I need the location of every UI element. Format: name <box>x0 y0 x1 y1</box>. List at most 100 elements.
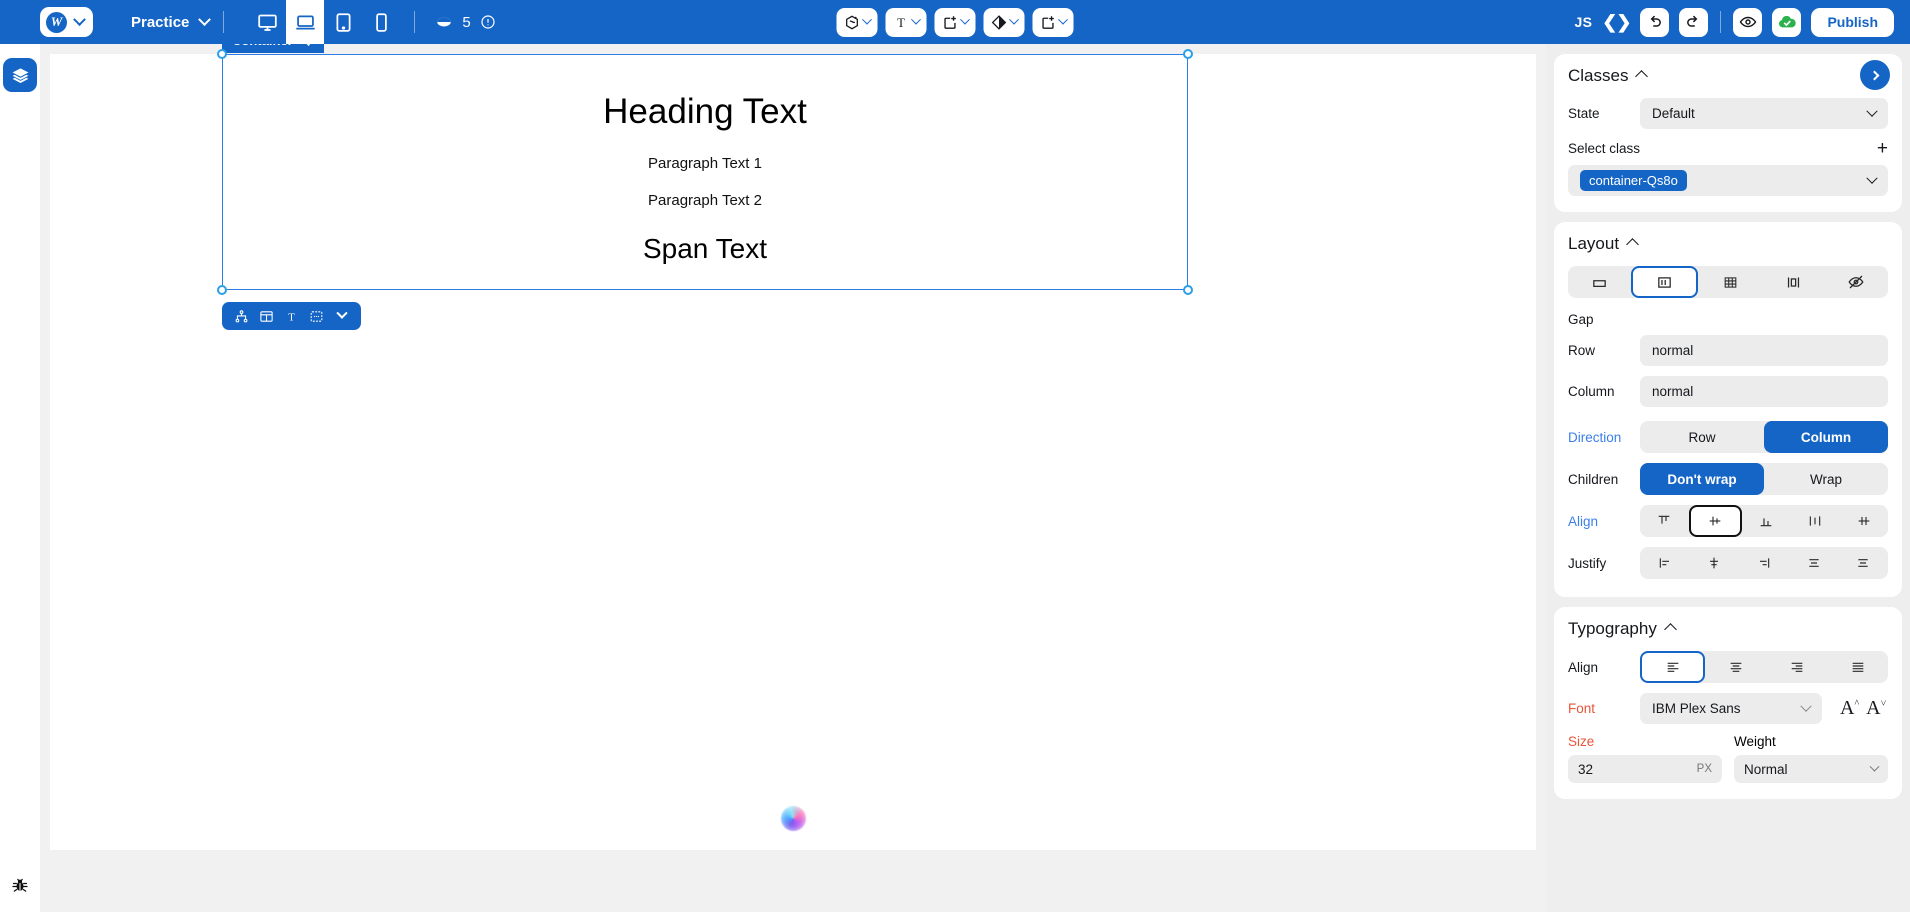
children-dont-wrap-option[interactable]: Don't wrap <box>1640 463 1764 495</box>
text-align-center[interactable] <box>1705 651 1766 683</box>
direction-row-option[interactable]: Row <box>1640 421 1764 453</box>
classes-title: Classes <box>1568 66 1629 85</box>
caret-up-icon[interactable] <box>1626 237 1639 251</box>
canvas-area: Container Heading Text Paragraph Text 1 … <box>40 28 1546 912</box>
gap-column-label: Column <box>1568 384 1615 399</box>
ai-assistant-button[interactable] <box>771 796 815 840</box>
gap-row-input[interactable]: normal <box>1640 335 1888 366</box>
text-align-right[interactable] <box>1766 651 1827 683</box>
pages-button[interactable]: 5 <box>435 14 495 31</box>
publish-button[interactable]: Publish <box>1811 7 1894 37</box>
align-stretch[interactable] <box>1790 505 1839 537</box>
font-size-up-icon[interactable]: A^ <box>1840 697 1859 720</box>
paragraph-element-1[interactable]: Paragraph Text 1 <box>648 155 762 172</box>
font-row: Font IBM Plex Sans A^ A˅ <box>1568 693 1888 724</box>
redo-button[interactable] <box>1679 7 1709 37</box>
undo-button[interactable] <box>1640 7 1670 37</box>
add-element-tool[interactable] <box>934 7 976 37</box>
add-asset-tool[interactable] <box>1032 7 1074 37</box>
layout-title: Layout <box>1568 234 1620 253</box>
span-element[interactable]: Span Text <box>643 233 767 265</box>
children-label: Children <box>1568 471 1619 487</box>
tablet-breakpoint[interactable] <box>324 0 362 44</box>
weight-select[interactable]: Normal <box>1734 755 1888 783</box>
align-end[interactable] <box>1742 505 1791 537</box>
text-align-left[interactable] <box>1640 651 1705 683</box>
align-group <box>1640 505 1888 537</box>
element-tree-icon[interactable] <box>230 302 253 330</box>
display-block[interactable] <box>1568 266 1631 298</box>
justify-label: Justify <box>1568 555 1607 571</box>
chevron-down-icon <box>1800 700 1812 712</box>
style-tool[interactable] <box>983 7 1025 37</box>
toolbar-center-group: T <box>836 7 1074 37</box>
display-none[interactable] <box>1825 266 1888 298</box>
resize-handle-bottom-right[interactable] <box>1183 285 1193 295</box>
font-value: IBM Plex Sans <box>1652 701 1741 716</box>
selected-container[interactable]: Heading Text Paragraph Text 1 Paragraph … <box>217 49 1193 295</box>
class-select[interactable]: container-Qs8o <box>1568 165 1888 196</box>
text-align-justify[interactable] <box>1827 651 1888 683</box>
children-wrap-option[interactable]: Wrap <box>1764 463 1888 495</box>
plus-icon[interactable]: + <box>1877 139 1888 158</box>
align-stretch-icon <box>1809 516 1821 526</box>
component-tool[interactable] <box>836 7 878 37</box>
bug-icon <box>12 878 28 892</box>
state-select[interactable]: Default <box>1640 98 1888 129</box>
size-input[interactable]: 32 PX <box>1568 755 1722 783</box>
align-row: Align <box>1568 505 1888 537</box>
typography-header: Typography <box>1568 619 1888 639</box>
display-flex[interactable] <box>1631 266 1699 298</box>
element-text-icon[interactable]: T <box>280 302 303 330</box>
text-align-label: Align <box>1568 659 1599 675</box>
resize-handle-top-left[interactable] <box>217 49 227 59</box>
toolbar-divider <box>1720 11 1722 33</box>
font-size-down-icon[interactable]: A˅ <box>1866 697 1886 720</box>
align-start[interactable] <box>1640 505 1689 537</box>
redo-arrow-icon <box>1687 15 1698 27</box>
contrast-diamond-icon <box>991 14 1007 30</box>
align-baseline[interactable] <box>1839 505 1888 537</box>
resize-handle-top-right[interactable] <box>1183 49 1193 59</box>
justify-start[interactable] <box>1640 547 1690 579</box>
element-box-icon[interactable] <box>305 302 328 330</box>
laptop-breakpoint[interactable] <box>286 0 325 44</box>
js-toggle-button[interactable]: JS <box>1575 14 1593 30</box>
element-layout-icon[interactable] <box>255 302 278 330</box>
class-chip[interactable]: container-Qs8o <box>1580 170 1687 191</box>
sync-status-button[interactable] <box>1772 7 1802 37</box>
expand-panel-button[interactable] <box>1860 60 1890 90</box>
justify-center[interactable] <box>1690 547 1740 579</box>
text-tool[interactable]: T <box>885 7 927 37</box>
preview-button[interactable] <box>1733 7 1763 37</box>
paragraph-element-2[interactable]: Paragraph Text 2 <box>648 192 762 209</box>
gap-column-input[interactable]: normal <box>1640 376 1888 407</box>
caret-up-icon[interactable] <box>1663 622 1677 636</box>
caret-up-icon[interactable] <box>1635 69 1649 83</box>
chevron-down-icon <box>862 14 872 25</box>
heading-element[interactable]: Heading Text <box>603 89 807 135</box>
display-inline-block[interactable] <box>1762 266 1825 298</box>
font-select[interactable]: IBM Plex Sans <box>1640 693 1822 724</box>
direction-label: Direction <box>1568 429 1622 445</box>
code-brackets-icon[interactable]: ❮❯ <box>1602 12 1631 33</box>
sidebar-item-layers[interactable] <box>3 58 37 92</box>
justify-space-between[interactable] <box>1789 547 1839 579</box>
direction-column-option[interactable]: Column <box>1764 421 1888 453</box>
justify-group <box>1640 547 1888 579</box>
desktop-breakpoint[interactable] <box>248 0 286 44</box>
resize-handle-bottom-left[interactable] <box>217 285 227 295</box>
brand-menu-button[interactable]: W <box>40 7 93 37</box>
mobile-breakpoint[interactable] <box>362 0 400 44</box>
page-canvas[interactable]: Container Heading Text Paragraph Text 1 … <box>50 28 1536 850</box>
display-grid[interactable] <box>1698 266 1761 298</box>
element-more-chevron-icon[interactable] <box>330 302 353 330</box>
sidebar-bottom-group <box>0 872 40 898</box>
debug-button[interactable] <box>7 872 33 898</box>
layout-section: Layout Gap Row normal Column normal Dire… <box>1554 222 1902 597</box>
justify-space-around[interactable] <box>1838 547 1888 579</box>
project-menu-button[interactable]: Practice <box>131 12 212 31</box>
align-center[interactable] <box>1688 505 1742 537</box>
justify-end[interactable] <box>1739 547 1789 579</box>
select-class-row: Select class + <box>1568 139 1888 158</box>
